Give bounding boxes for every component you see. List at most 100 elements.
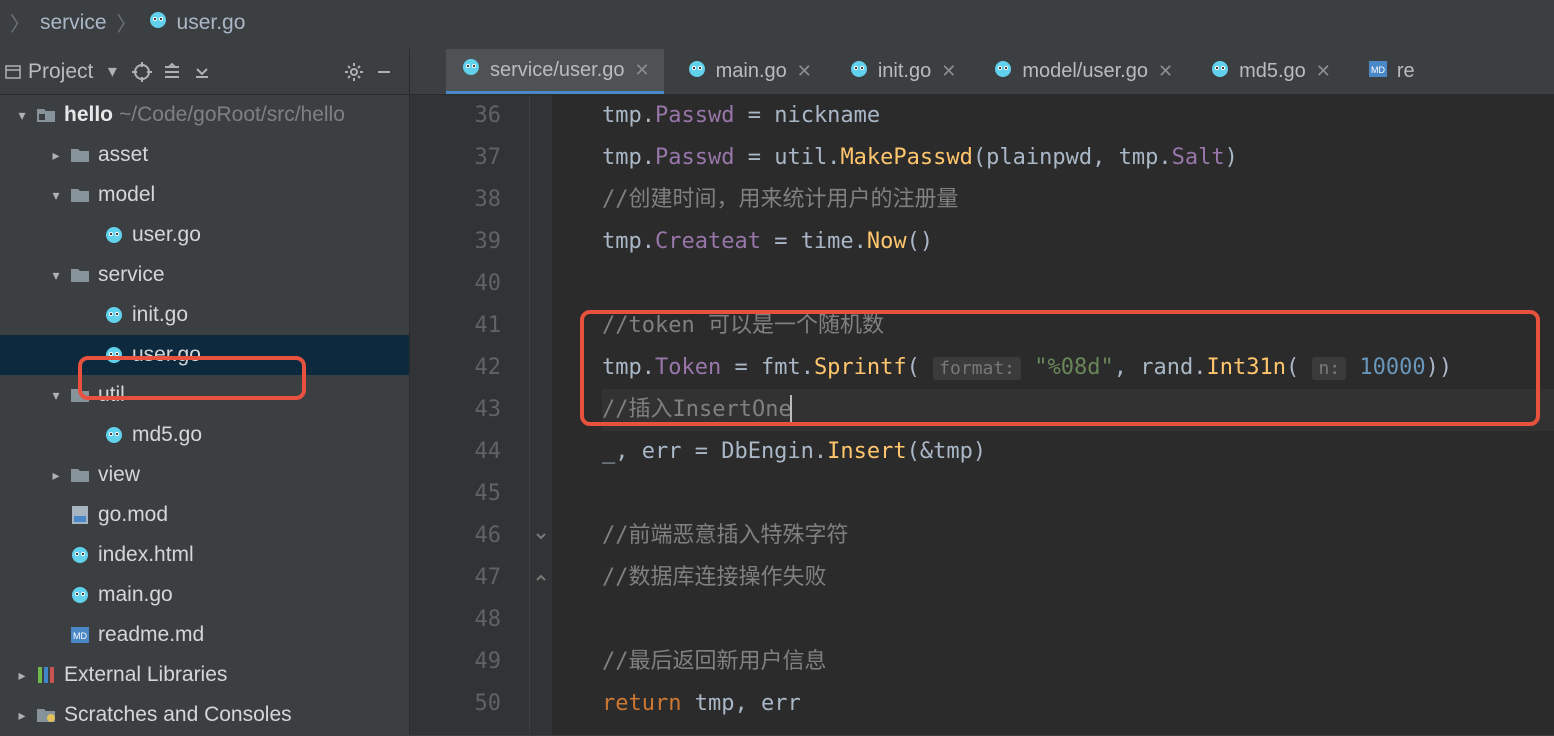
tree-item-path: ~/Code/goRoot/src/hello: [119, 95, 345, 135]
md-icon: MD: [66, 626, 94, 644]
go-icon: [100, 425, 128, 445]
code-line[interactable]: [602, 263, 1554, 305]
project-window-icon: [4, 57, 22, 87]
editor-tab[interactable]: service/user.go✕: [446, 49, 664, 94]
tree-folder[interactable]: ▸ asset: [0, 135, 409, 175]
line-number: 46: [410, 515, 501, 557]
folder-icon: [66, 387, 94, 403]
code-line[interactable]: tmp.Passwd = util.MakePasswd(plainpwd, t…: [602, 137, 1554, 179]
settings-gear-icon[interactable]: [339, 57, 369, 87]
tree-file[interactable]: MDreadme.md: [0, 615, 409, 655]
locate-icon[interactable]: [127, 57, 157, 87]
line-number: 49: [410, 641, 501, 683]
expand-all-icon[interactable]: [157, 57, 187, 87]
tree-item-label: External Libraries: [64, 655, 227, 695]
editor-tab[interactable]: init.go ✕: [834, 49, 970, 94]
view-mode-dropdown[interactable]: ▾: [97, 57, 127, 87]
editor-tabs: service/user.go✕main.go✕init.go✕model/us…: [410, 49, 1554, 95]
tree-item-label: user.go: [132, 335, 201, 375]
go-file-icon: [147, 10, 169, 36]
tree-file[interactable]: main.go: [0, 575, 409, 615]
breadcrumb: 〉 service 〉 user.go: [0, 0, 1554, 49]
tree-item-label: main.go: [98, 575, 173, 615]
go-icon: [100, 345, 128, 365]
tree-arrow-icon[interactable]: ▸: [46, 455, 66, 495]
tree-file[interactable]: user.go: [0, 335, 409, 375]
tree-file[interactable]: md5.go: [0, 415, 409, 455]
code-line[interactable]: tmp.Createat = time.Now(): [602, 221, 1554, 263]
code-line[interactable]: //前端恶意插入特殊字符: [602, 515, 1554, 557]
tree-item-label: view: [98, 455, 140, 495]
line-number: 47: [410, 557, 501, 599]
code-editor[interactable]: 363738394041424344454647484950 tmp.Passw…: [410, 95, 1554, 735]
tree-folder[interactable]: ▾ util: [0, 375, 409, 415]
editor-tab[interactable]: md5.go✕: [1195, 49, 1345, 94]
project-toolbar-title: Project: [28, 60, 93, 84]
tree-file[interactable]: index.html: [0, 535, 409, 575]
tab-label: main.go: [716, 60, 787, 83]
tree-file[interactable]: ▸Scratches and Consoles: [0, 695, 409, 735]
tree-item-label: model: [98, 175, 155, 215]
line-number: 42: [410, 347, 501, 389]
tree-arrow-icon[interactable]: ▾: [46, 375, 66, 415]
breadcrumb-item[interactable]: user.go: [147, 10, 246, 36]
go-file-icon: [1209, 59, 1231, 85]
code-line[interactable]: tmp.Passwd = nickname: [602, 95, 1554, 137]
tree-folder[interactable]: ▸ view: [0, 455, 409, 495]
tab-label: model/user.go: [1022, 60, 1148, 83]
close-tab-icon[interactable]: ✕: [797, 61, 812, 82]
close-tab-icon[interactable]: ✕: [941, 61, 956, 82]
tab-label: init.go: [878, 60, 931, 83]
editor-tab[interactable]: MDre: [1353, 49, 1429, 94]
fold-marker-icon[interactable]: [532, 527, 550, 545]
tree-folder[interactable]: ▾hello~/Code/goRoot/src/hello: [0, 95, 409, 135]
code-line[interactable]: //创建时间，用来统计用户的注册量: [602, 179, 1554, 221]
tree-arrow-icon[interactable]: ▾: [46, 175, 66, 215]
tree-file[interactable]: ▸ External Libraries: [0, 655, 409, 695]
tree-folder[interactable]: ▾ model: [0, 175, 409, 215]
line-number: 40: [410, 263, 501, 305]
folder-icon: [66, 187, 94, 203]
code-line[interactable]: return tmp, err: [602, 683, 1554, 725]
folder-icon: [66, 467, 94, 483]
close-tab-icon[interactable]: ✕: [635, 60, 650, 81]
tree-file[interactable]: go.mod: [0, 495, 409, 535]
project-icon: [32, 107, 60, 123]
code-line[interactable]: //token 可以是一个随机数: [602, 305, 1554, 347]
md-file-icon: MD: [1367, 60, 1389, 84]
breadcrumb-item[interactable]: service: [40, 11, 107, 35]
tree-item-label: util: [98, 375, 125, 415]
folder-icon: [66, 267, 94, 283]
collapse-all-icon[interactable]: [187, 57, 217, 87]
lib-icon: [32, 665, 60, 685]
tree-arrow-icon[interactable]: ▸: [46, 135, 66, 175]
close-tab-icon[interactable]: ✕: [1316, 61, 1331, 82]
tree-arrow-icon[interactable]: ▾: [46, 255, 66, 295]
code-line[interactable]: //最后返回新用户信息: [602, 641, 1554, 683]
code-line[interactable]: //插入InsertOne: [602, 389, 1554, 431]
code-line[interactable]: //数据库连接操作失败: [602, 557, 1554, 599]
tree-folder[interactable]: ▾service: [0, 255, 409, 295]
line-number: 43: [410, 389, 501, 431]
tree-arrow-icon[interactable]: ▸: [12, 695, 32, 735]
editor-tab[interactable]: model/user.go ✕: [978, 49, 1187, 94]
tree-file[interactable]: user.go: [0, 215, 409, 255]
hide-tool-window-icon[interactable]: [369, 57, 399, 87]
line-number: 48: [410, 599, 501, 641]
folder-icon: [66, 147, 94, 163]
code-line[interactable]: [602, 599, 1554, 641]
fold-marker-icon[interactable]: [532, 569, 550, 587]
tree-item-label: asset: [98, 135, 148, 175]
tree-item-label: md5.go: [132, 415, 202, 455]
code-line[interactable]: [602, 473, 1554, 515]
code-line[interactable]: _, err = DbEngin.Insert(&tmp): [602, 431, 1554, 473]
line-number: 39: [410, 221, 501, 263]
tree-arrow-icon[interactable]: ▸: [12, 655, 32, 695]
code-line[interactable]: tmp.Token = fmt.Sprintf( format: "%08d",…: [602, 347, 1554, 389]
close-tab-icon[interactable]: ✕: [1158, 61, 1173, 82]
tree-file[interactable]: init.go: [0, 295, 409, 335]
tree-arrow-icon[interactable]: ▾: [12, 95, 32, 135]
code-content[interactable]: tmp.Passwd = nicknametmp.Passwd = util.M…: [552, 95, 1554, 735]
editor-tab[interactable]: main.go ✕: [672, 49, 826, 94]
project-tree[interactable]: ▾hello~/Code/goRoot/src/hello▸asset▾mode…: [0, 95, 409, 735]
